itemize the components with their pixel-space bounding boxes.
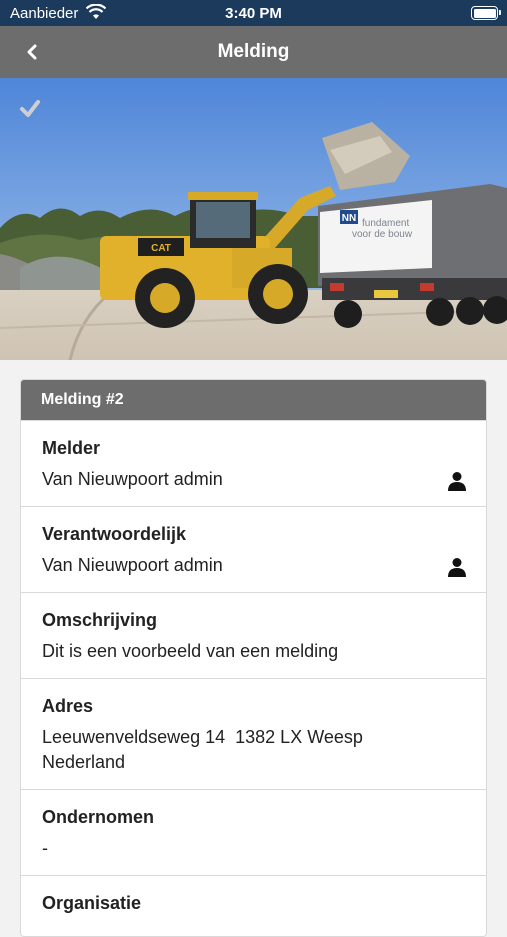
field-label: Omschrijving — [42, 610, 158, 630]
loader-brand: CAT — [151, 243, 171, 254]
melding-card: Melding #2 Melder Van Nieuwpoort admin V… — [20, 379, 487, 937]
clock: 3:40 PM — [225, 5, 282, 22]
field-label: Verantwoordelijk — [42, 524, 187, 544]
person-icon[interactable] — [447, 557, 467, 577]
field-value: Van Nieuwpoort admin — [42, 469, 223, 489]
address-line-1: Leeuwenveldseweg 14 1382 LX Weesp — [42, 727, 363, 747]
person-icon[interactable] — [447, 471, 467, 491]
card-header: Melding #2 — [21, 380, 486, 420]
navigation-bar: Melding — [0, 26, 507, 78]
field-ondernomen: Ondernomen - — [21, 789, 486, 875]
field-value: Dit is een voorbeeld van een melding — [42, 641, 339, 661]
address-line-2: Nederland — [42, 752, 126, 772]
battery-icon — [471, 6, 501, 20]
field-label: Adres — [42, 696, 94, 716]
field-label: Ondernomen — [42, 807, 155, 827]
status-bar: Aanbieder 3:40 PM — [0, 0, 507, 26]
field-organisatie: Organisatie — [21, 875, 486, 936]
field-label: Melder — [42, 438, 101, 458]
truck-slogan-line2: voor de bouw — [352, 229, 413, 240]
page-title: Melding — [217, 41, 290, 62]
field-omschrijving: Omschrijving Dit is een voorbeeld van ee… — [21, 592, 486, 678]
field-label: Organisatie — [42, 893, 142, 913]
field-adres: Adres Leeuwenveldseweg 14 1382 LX Weesp … — [21, 678, 486, 789]
truck-slogan-line1: fundament — [362, 218, 409, 229]
field-melder: Melder Van Nieuwpoort admin — [21, 420, 486, 506]
field-verantwoordelijk: Verantwoordelijk Van Nieuwpoort admin — [21, 506, 486, 592]
hero-image: CAT NN fundament voor de bouw — [0, 78, 507, 360]
checkmark-icon[interactable] — [18, 96, 42, 120]
field-value: Van Nieuwpoort admin — [42, 555, 223, 575]
field-value: - — [42, 838, 48, 858]
truck-logo: NN — [342, 213, 356, 224]
